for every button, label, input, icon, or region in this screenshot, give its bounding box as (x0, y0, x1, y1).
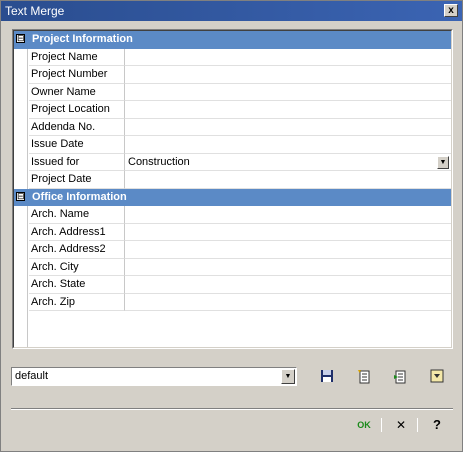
floppy-disk-icon (321, 370, 333, 382)
title-bar[interactable]: Text Merge x (1, 1, 462, 21)
dialog-title: Text Merge (5, 4, 65, 18)
property-value[interactable] (125, 119, 451, 136)
property-row-arch-city[interactable]: Arch. City (14, 258, 451, 276)
property-value[interactable] (125, 224, 451, 241)
property-name: Arch. Address2 (29, 241, 125, 259)
property-name: Arch. State (29, 276, 125, 294)
collapse-icon[interactable]: ⊟ (16, 34, 25, 43)
text-merge-dialog: Text Merge x ⊟ Project Information Proje… (0, 0, 463, 452)
dropdown-window-icon (430, 369, 444, 383)
property-name: Issued for (29, 153, 125, 171)
property-value[interactable] (125, 206, 451, 224)
chevron-down-icon[interactable]: ▼ (281, 369, 295, 384)
collapse-icon[interactable]: ⊟ (16, 191, 25, 201)
dropdown-window-button[interactable] (429, 369, 445, 385)
property-name: Arch. Zip (29, 293, 125, 311)
cancel-button[interactable]: ✕ (393, 417, 409, 433)
edit-document-button[interactable] (392, 369, 408, 385)
property-name: Arch. Address1 (29, 223, 125, 241)
property-row-addenda-no[interactable]: Addenda No. (14, 118, 451, 136)
help-icon: ? (433, 417, 441, 432)
property-value[interactable] (125, 66, 451, 84)
property-name: Arch. Name (29, 206, 125, 224)
help-button[interactable]: ? (429, 417, 445, 433)
property-value[interactable] (125, 84, 451, 101)
property-grid: ⊟ Project Information Project Name Proje… (12, 29, 453, 349)
property-value[interactable] (125, 171, 451, 189)
close-icon: ✕ (395, 418, 407, 432)
property-value[interactable] (125, 294, 451, 311)
property-row-issue-date[interactable]: Issue Date (14, 136, 451, 154)
save-preset-button[interactable] (319, 369, 335, 385)
property-row-arch-state[interactable]: Arch. State (14, 276, 451, 294)
property-row-project-date[interactable]: Project Date (14, 171, 451, 189)
property-value[interactable] (125, 101, 451, 119)
property-row-project-name[interactable]: Project Name (14, 48, 451, 66)
property-name: Issue Date (29, 136, 125, 154)
property-row-arch-address2[interactable]: Arch. Address2 (14, 241, 451, 259)
divider (381, 418, 382, 432)
category-project-information[interactable]: ⊟ Project Information (14, 31, 451, 49)
property-value[interactable] (125, 49, 451, 66)
property-name: Project Name (29, 48, 125, 66)
property-row-owner-name[interactable]: Owner Name (14, 83, 451, 101)
property-row-arch-address1[interactable]: Arch. Address1 (14, 223, 451, 241)
property-value[interactable] (125, 136, 451, 154)
property-name: Arch. City (29, 258, 125, 276)
new-document-button[interactable] (356, 369, 372, 385)
property-grid-inner: ⊟ Project Information Project Name Proje… (13, 30, 452, 348)
category-label: Office Information (32, 190, 127, 203)
property-row-arch-name[interactable]: Arch. Name (14, 206, 451, 224)
new-document-icon (358, 370, 370, 384)
property-name: Project Date (29, 171, 125, 189)
property-row-arch-zip[interactable]: Arch. Zip (14, 293, 451, 311)
ok-button[interactable]: OK (355, 417, 373, 433)
property-value[interactable] (125, 241, 451, 259)
property-row-project-location[interactable]: Project Location (14, 101, 451, 119)
property-value[interactable] (125, 276, 451, 294)
dropdown-arrow-icon[interactable]: ▼ (437, 155, 449, 169)
divider (417, 418, 418, 432)
property-value[interactable]: Construction (125, 154, 451, 171)
category-label: Project Information (32, 33, 133, 45)
close-button[interactable]: x (444, 4, 458, 17)
preset-select-value: default (15, 370, 49, 382)
property-value[interactable] (125, 259, 451, 276)
property-row-project-number[interactable]: Project Number (14, 66, 451, 84)
preset-select[interactable]: default ▼ (11, 367, 297, 386)
category-office-information[interactable]: ⊟ Office Information (14, 188, 451, 206)
property-name: Project Number (29, 66, 125, 84)
property-row-issued-for[interactable]: Issued for Construction ▼ (14, 153, 451, 171)
edit-document-icon (394, 370, 406, 384)
close-icon: x (448, 5, 454, 16)
property-name: Owner Name (29, 83, 125, 101)
property-name: Addenda No. (29, 118, 125, 136)
property-name: Project Location (29, 101, 125, 119)
divider (11, 408, 453, 410)
